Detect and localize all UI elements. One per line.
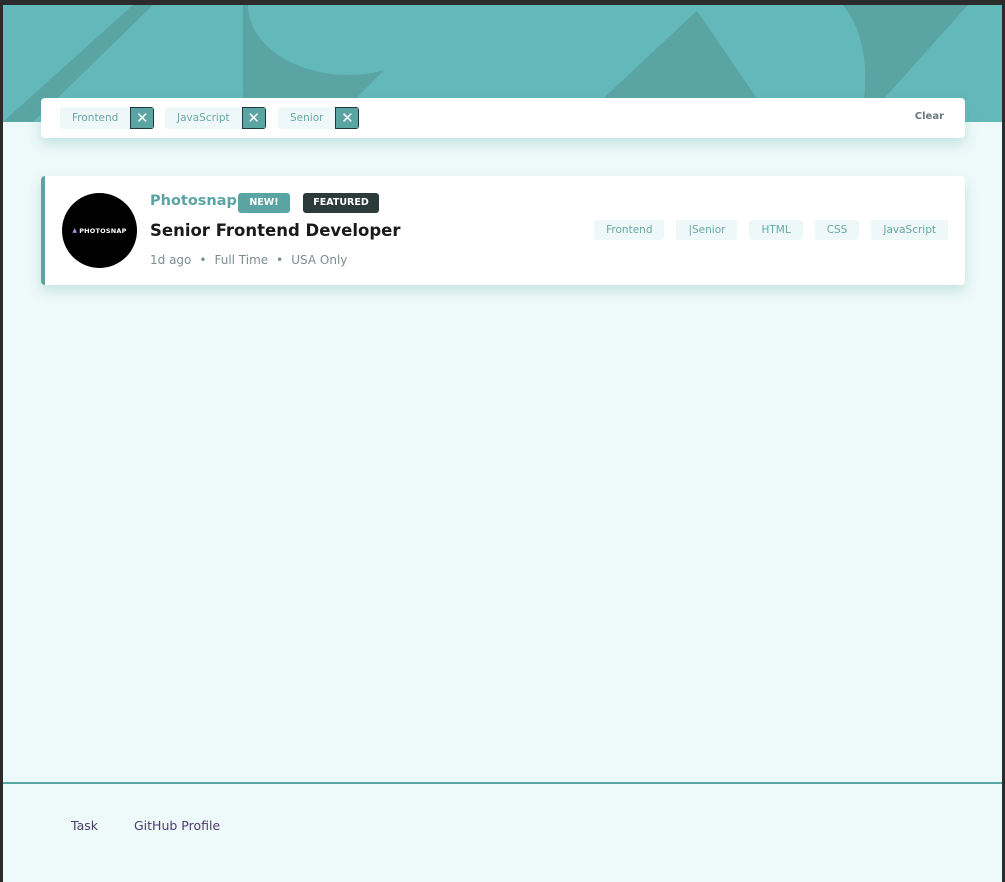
close-icon[interactable]: ✕ — [335, 107, 360, 129]
close-icon[interactable]: ✕ — [241, 107, 266, 129]
tag-javascript[interactable]: JavaScript — [871, 220, 948, 240]
job-card: ▲ PHOTOSNAP Photosnap NEW! FEATURED Seni… — [41, 176, 965, 285]
filter-chip-senior: Senior ✕ — [278, 107, 360, 129]
filter-chip-label: JavaScript — [165, 107, 242, 129]
tag-senior[interactable]: |Senior — [676, 220, 738, 240]
tag-html[interactable]: HTML — [749, 220, 803, 240]
new-badge: NEW! — [238, 193, 290, 213]
job-position-title[interactable]: Senior Frontend Developer — [150, 221, 400, 240]
filter-bar: Frontend ✕ JavaScript ✕ Senior ✕ Clear — [41, 98, 965, 138]
filter-chip-frontend: Frontend ✕ — [60, 107, 155, 129]
job-location: USA Only — [291, 253, 348, 267]
job-tags: Frontend |Senior HTML CSS JavaScript — [594, 220, 948, 240]
footer-divider — [3, 782, 1002, 784]
tag-css[interactable]: CSS — [814, 220, 860, 240]
clear-filters-button[interactable]: Clear — [915, 111, 944, 122]
github-profile-link[interactable]: GitHub Profile — [134, 818, 220, 833]
separator-dot: • — [276, 253, 284, 267]
page: Frontend ✕ JavaScript ✕ Senior ✕ Clear ▲… — [3, 5, 1002, 882]
close-icon[interactable]: ✕ — [130, 107, 155, 129]
separator-dot: • — [199, 253, 207, 267]
logo-text: PHOTOSNAP — [79, 226, 127, 235]
contract-type: Full Time — [214, 253, 269, 267]
filter-chip-javascript: JavaScript ✕ — [165, 107, 266, 129]
tag-frontend[interactable]: Frontend — [594, 220, 665, 240]
triangle-icon: ▲ — [72, 227, 78, 234]
posted-at: 1d ago — [150, 253, 192, 267]
job-meta: 1d ago • Full Time • USA Only — [150, 253, 347, 267]
filter-chip-label: Frontend — [60, 107, 131, 129]
company-name: Photosnap — [150, 193, 237, 209]
featured-badge: FEATURED — [303, 193, 379, 213]
company-logo: ▲ PHOTOSNAP — [62, 193, 137, 268]
task-link[interactable]: Task — [71, 818, 98, 833]
filter-chip-label: Senior — [278, 107, 336, 129]
